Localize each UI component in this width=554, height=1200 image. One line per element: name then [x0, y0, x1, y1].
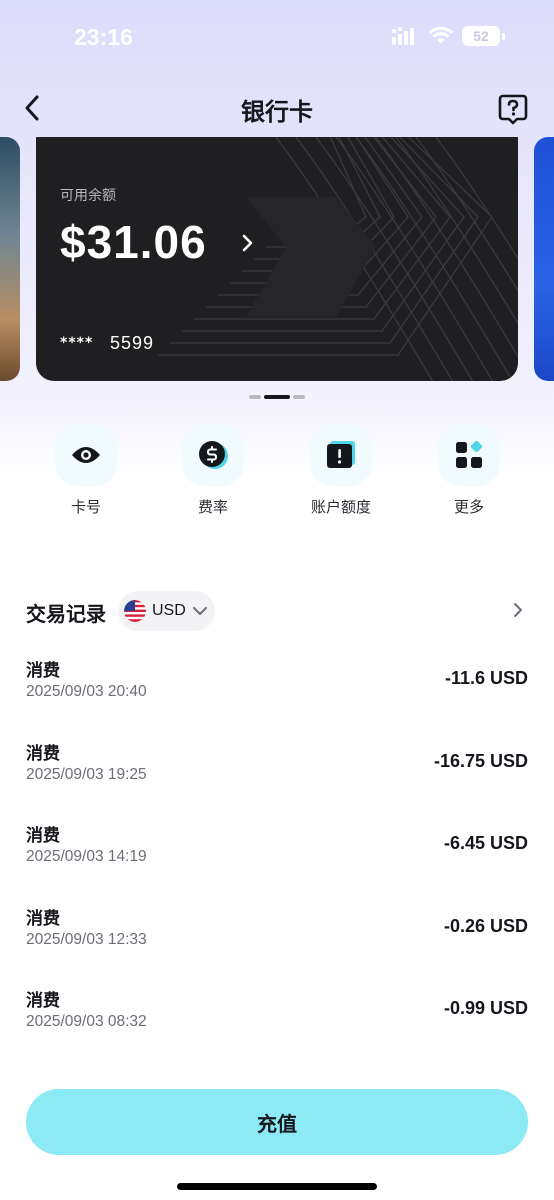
list-item[interactable]: 消费 2025/09/03 20:40 -11.6 USD: [0, 648, 554, 731]
tx-amount: -0.26 USD: [443, 915, 528, 936]
card-carousel[interactable]: 可用余额 $31.06 **** 5599: [0, 137, 554, 387]
help-button[interactable]: [496, 92, 530, 126]
carousel-dot-active: [264, 395, 290, 399]
card-preview-left[interactable]: [0, 137, 20, 381]
grid-icon: [456, 440, 483, 468]
chevron-right-icon[interactable]: [240, 233, 256, 253]
nav-bar: 银行卡: [0, 80, 554, 136]
transactions-list: 消费 2025/09/03 20:40 -11.6 USD 消费 2025/09…: [0, 648, 554, 1061]
carousel-dot: [249, 395, 261, 399]
action-card-number[interactable]: 卡号: [36, 424, 136, 517]
transactions-title: 交易记录: [26, 602, 106, 626]
alert-card-icon: [327, 441, 355, 468]
tx-type: 消费: [26, 991, 60, 1011]
action-label: 卡号: [70, 498, 101, 516]
balance-label: 可用余额: [60, 188, 116, 204]
tx-time: 2025/09/03 08:32: [26, 1013, 147, 1030]
tx-type: 消费: [26, 908, 60, 929]
tx-amount: -6.45 USD: [443, 833, 528, 853]
action-label: 费率: [197, 498, 228, 516]
action-label: 账户额度: [310, 498, 371, 516]
action-more[interactable]: 更多: [419, 424, 519, 517]
tx-time: 2025/09/03 14:19: [26, 848, 147, 865]
carousel-indicator: [0, 395, 554, 399]
card-last4: 5599: [110, 333, 155, 353]
list-item[interactable]: 消费 2025/09/03 08:32 -0.99 USD: [0, 978, 554, 1061]
status-icons: 52: [392, 26, 505, 46]
list-item[interactable]: 消费 2025/09/03 12:33 -0.26 USD: [0, 896, 554, 979]
us-flag-icon: [124, 600, 146, 622]
battery-cap: [502, 32, 505, 40]
tx-type: 消费: [26, 826, 60, 846]
battery-icon: 52: [462, 26, 500, 46]
action-icon-bg: [182, 424, 244, 486]
action-icon-bg: [55, 424, 117, 486]
help-chat-icon: [498, 94, 528, 125]
quick-actions: 卡号 费率 账户额度 更多: [0, 424, 554, 524]
page-title: 银行卡: [241, 98, 313, 126]
list-item[interactable]: 消费 2025/09/03 14:19 -6.45 USD: [0, 813, 554, 896]
transactions-header: 交易记录 USD: [0, 588, 554, 632]
chevron-down-icon: [192, 607, 207, 615]
cellular-signal-icon: [392, 27, 414, 45]
tx-time: 2025/09/03 12:33: [26, 930, 147, 948]
action-account-limit[interactable]: 账户额度: [291, 424, 391, 517]
action-label: 更多: [453, 498, 484, 516]
card-preview-right[interactable]: [534, 137, 554, 381]
tx-type: 消费: [26, 743, 60, 764]
status-bar: 23:16 52: [0, 0, 554, 76]
topup-button[interactable]: 充值: [26, 1089, 528, 1155]
tx-amount: -16.75 USD: [433, 750, 528, 771]
currency-selector[interactable]: USD: [118, 591, 215, 631]
tx-amount: -11.6 USD: [444, 668, 528, 688]
action-fee-rate[interactable]: 费率: [163, 424, 263, 517]
tx-type: 消费: [26, 661, 60, 681]
tx-time: 2025/09/03 20:40: [26, 683, 147, 700]
wifi-icon: [428, 26, 454, 44]
eye-icon: [72, 447, 100, 463]
status-time: 23:16: [74, 24, 133, 50]
card-number-mask: ****: [60, 335, 94, 351]
tx-time: 2025/09/03 19:25: [26, 765, 147, 783]
balance-amount: $31.06: [60, 216, 207, 268]
chevron-right-icon[interactable]: [510, 600, 526, 620]
action-icon-bg: [310, 424, 372, 486]
carousel-dot: [293, 395, 305, 399]
tx-amount: -0.99 USD: [443, 998, 528, 1018]
currency-code: USD: [152, 602, 186, 619]
action-icon-bg: [438, 424, 500, 486]
dollar-icon: [199, 441, 228, 469]
list-item[interactable]: 消费 2025/09/03 19:25 -16.75 USD: [0, 731, 554, 814]
bank-card[interactable]: 可用余额 $31.06 **** 5599: [36, 137, 518, 381]
home-indicator: [177, 1183, 377, 1190]
